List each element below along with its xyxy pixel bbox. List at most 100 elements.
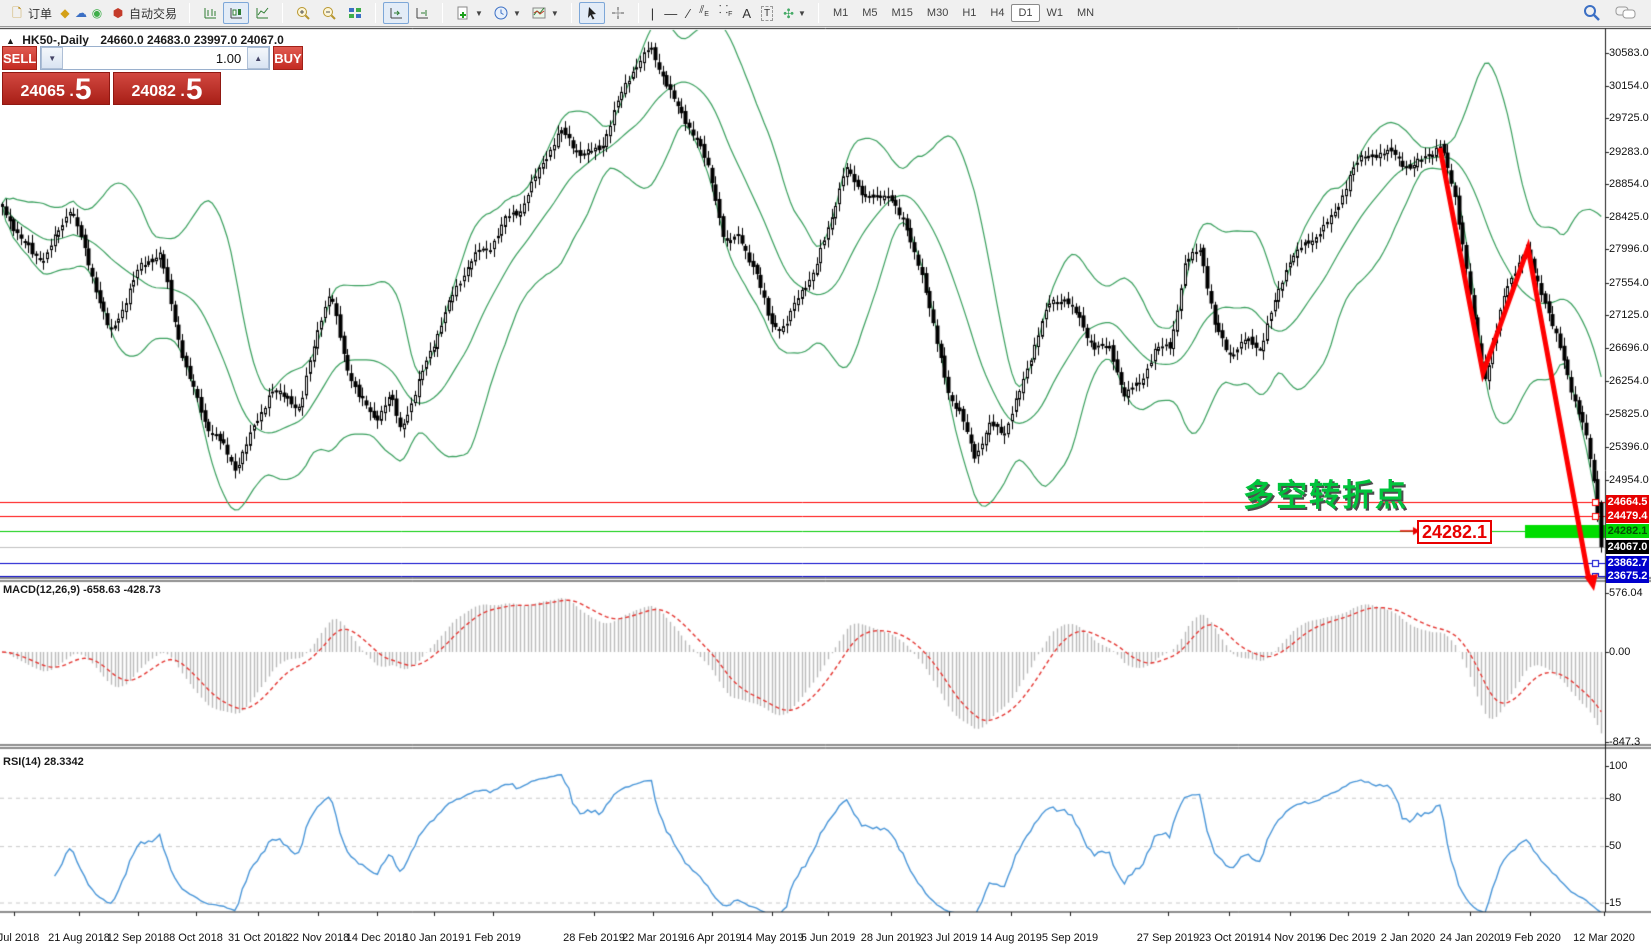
chart-shift-icon: [414, 5, 430, 21]
buy-button[interactable]: BUY: [273, 46, 302, 70]
vertical-line-icon: |: [651, 7, 654, 20]
bid-price-big-digit: 5: [75, 77, 92, 103]
timeframe-d1[interactable]: D1: [1011, 4, 1039, 22]
bid-quote[interactable]: 24065 . 5: [2, 72, 110, 105]
date-axis-label: 28 Jun 2019: [861, 932, 922, 944]
ask-quote[interactable]: 24082 . 5: [113, 72, 221, 105]
price-callout-box: 24282.1: [1417, 520, 1492, 544]
chart-shift-button[interactable]: [409, 2, 435, 24]
trendline-tool[interactable]: ⁄: [682, 4, 694, 23]
date-axis-label: 14 Dec 2018: [346, 932, 408, 944]
volume-decrease-button[interactable]: ▼: [41, 47, 63, 69]
date-axis-label: 0 Jul 2018: [0, 932, 39, 944]
date-axis-label: 10 Jan 2019: [404, 932, 465, 944]
candlestick-icon: [228, 5, 244, 21]
channel-icon: ⫽E: [699, 4, 709, 21]
autoscroll-icon: [388, 5, 404, 21]
macd-label: MACD(12,26,9) -658.63 -428.73: [3, 584, 161, 596]
search-icon[interactable]: [1583, 4, 1601, 22]
indicators-button[interactable]: ▼: [450, 2, 488, 24]
chat-icon[interactable]: [1615, 5, 1637, 21]
symbol-period-label: HK50-,Daily: [22, 33, 89, 47]
price-level-badge: 23862.7: [1606, 556, 1649, 570]
new-order-icon: 🗋: [9, 5, 25, 21]
sell-button[interactable]: SELL: [2, 46, 37, 70]
label-tool[interactable]: T: [756, 3, 778, 24]
market-watch-icon[interactable]: ☁: [73, 5, 89, 21]
date-axis-label: 6 Dec 2019: [1320, 932, 1376, 944]
signals-icon[interactable]: ◉: [89, 5, 105, 21]
crosshair-icon: [610, 5, 626, 21]
volume-increase-button[interactable]: ▲: [247, 47, 269, 69]
autotrading-label: 自动交易: [129, 5, 177, 22]
channel-tool[interactable]: ⫽E: [694, 1, 714, 24]
caret-down-icon: ▼: [475, 9, 483, 18]
autotrading-button[interactable]: ⬢ 自动交易: [105, 2, 182, 25]
toolbar-separator: [638, 3, 639, 23]
date-axis-label: 12 Mar 2020: [1573, 932, 1635, 944]
rsi-axis-label: 100: [1609, 760, 1627, 772]
candlestick-chart-button[interactable]: [223, 2, 249, 24]
crosshair-button[interactable]: [605, 2, 631, 24]
price-level-badge: 23675.2: [1606, 569, 1649, 583]
text-icon: A: [742, 7, 751, 20]
bid-price-main: 24065 .: [20, 81, 73, 103]
macd-axis-label: 576.04: [1609, 587, 1643, 599]
toolbar-separator: [818, 3, 819, 23]
date-axis-label: 1 Feb 2019: [465, 932, 521, 944]
price-tick-label: 29283.0: [1609, 146, 1649, 158]
templates-icon: [531, 5, 547, 21]
main-toolbar: 🗋 订单 ◆ ☁ ◉ ⬢ 自动交易: [0, 0, 1651, 27]
price-level-badge: 24067.0: [1606, 540, 1649, 554]
fibonacci-tool[interactable]: ⸬F: [714, 1, 737, 24]
shapes-tool[interactable]: ✣▼: [778, 4, 811, 23]
timeframe-m30[interactable]: M30: [920, 4, 955, 22]
cursor-button[interactable]: [579, 2, 605, 24]
price-tick-label: 25825.0: [1609, 408, 1649, 420]
date-axis-label: 8 Oct 2018: [169, 932, 223, 944]
timeframe-m5[interactable]: M5: [855, 4, 884, 22]
line-chart-icon: [254, 5, 270, 21]
zoom-out-icon: [321, 5, 337, 21]
vertical-line-tool[interactable]: |: [646, 4, 659, 23]
date-axis-label: 14 May 2019: [740, 932, 804, 944]
date-axis-label: 5 Sep 2019: [1042, 932, 1098, 944]
date-axis-label: 23 Jul 2019: [921, 932, 978, 944]
price-tick-label: 30583.0: [1609, 47, 1649, 59]
text-label-icon: T: [761, 6, 773, 21]
new-order-button[interactable]: 🗋 订单: [4, 2, 57, 25]
price-tick-label: 27996.0: [1609, 243, 1649, 255]
timeframe-w1[interactable]: W1: [1040, 4, 1071, 22]
zoom-out-button[interactable]: [316, 2, 342, 24]
autoscroll-button[interactable]: [383, 2, 409, 24]
price-tick-label: 29725.0: [1609, 112, 1649, 124]
timeframe-h4[interactable]: H4: [983, 4, 1011, 22]
text-tool[interactable]: A: [737, 4, 756, 23]
date-axis-label: 22 Mar 2019: [622, 932, 684, 944]
rsi-label: RSI(14) 28.3342: [3, 756, 84, 768]
periods-button[interactable]: ▼: [488, 2, 526, 24]
caret-down-icon: ▼: [513, 9, 521, 18]
price-tick-label: 26696.0: [1609, 342, 1649, 354]
templates-button[interactable]: ▼: [526, 2, 564, 24]
toolbar-separator: [375, 3, 376, 23]
horizontal-line-tool[interactable]: —: [659, 4, 682, 23]
timeframe-m1[interactable]: M1: [826, 4, 855, 22]
line-chart-button[interactable]: [249, 2, 275, 24]
zoom-in-button[interactable]: [290, 2, 316, 24]
toolbar-separator: [442, 3, 443, 23]
fibonacci-icon: ⸬F: [719, 4, 732, 21]
price-tick-label: 28425.0: [1609, 211, 1649, 223]
rsi-axis-label: 15: [1609, 897, 1621, 909]
timeframe-m15[interactable]: M15: [885, 4, 920, 22]
price-level-badge: 24479.4: [1606, 509, 1649, 523]
timeframe-h1[interactable]: H1: [955, 4, 983, 22]
tile-windows-button[interactable]: [342, 2, 368, 24]
timeframe-mn[interactable]: MN: [1070, 4, 1101, 22]
date-axis-label: 2 Jan 2020: [1381, 932, 1435, 944]
volume-control: ▼ ▲: [40, 46, 270, 70]
metaeditor-icon[interactable]: ◆: [57, 5, 73, 21]
bar-chart-button[interactable]: [197, 2, 223, 24]
volume-input[interactable]: [63, 47, 247, 69]
toolbar-separator: [189, 3, 190, 23]
